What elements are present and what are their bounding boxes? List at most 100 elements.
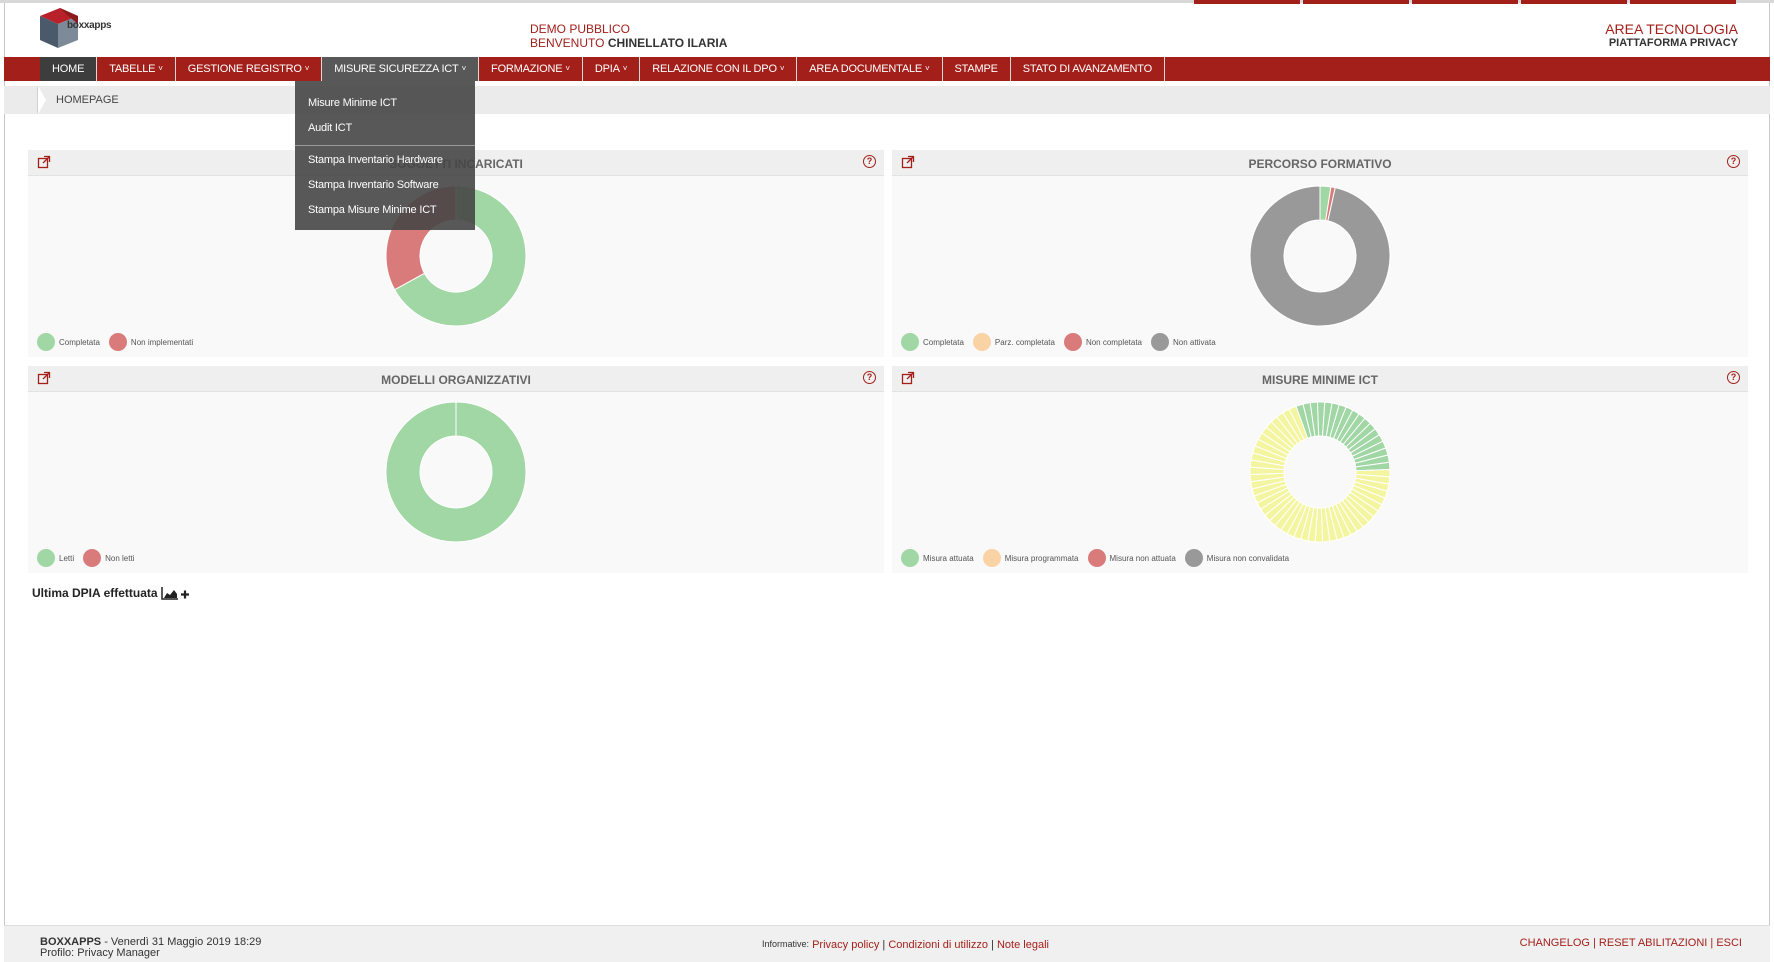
nav-item-label: FORMAZIONE (491, 63, 563, 75)
legend-swatch (1150, 333, 1169, 351)
conditions-link[interactable]: Condizioni di utilizzo (888, 939, 988, 951)
footer-informative: Informative: Privacy policy | Condizioni… (762, 939, 1049, 951)
chart-slice-non-attivata[interactable] (1249, 185, 1391, 327)
footer-separator: | (1593, 937, 1596, 949)
footer-session-info: BOXXAPPS - Venerdì 31 Maggio 2019 18:29 … (40, 937, 261, 959)
welcome-line: BENVENUTO CHINELLATO ILARIA (530, 36, 727, 50)
donut-chart (892, 392, 1748, 552)
menu-item-stampa-inventario-software[interactable]: Stampa Inventario Software (295, 177, 475, 202)
legend-item[interactable]: Letti (37, 549, 74, 567)
nav-item-relazione-con-il-dpo[interactable]: RELAZIONE CON IL DPO ˅ (640, 57, 798, 81)
legend-label: Non completata (1085, 337, 1142, 347)
nav-item-home[interactable]: HOME (40, 57, 98, 81)
widget-title: MISURE MINIME ICT (1262, 373, 1378, 387)
legend-item[interactable]: Non completata (1063, 333, 1142, 351)
nav-item-area-documentale[interactable]: AREA DOCUMENTALE ˅ (797, 57, 943, 81)
chevron-down-icon: ˅ (304, 64, 310, 73)
legend-item[interactable]: Completata (37, 333, 100, 351)
legend-swatch (108, 333, 127, 351)
footer: BOXXAPPS - Venerdì 31 Maggio 2019 18:29 … (4, 925, 1770, 962)
legend-label: Misura programmata (1004, 553, 1079, 563)
chart-legend: Misura attuata Misura programmata Misura n… (901, 549, 1298, 567)
nav-item-label: STATO DI AVANZAMENTO (1022, 63, 1152, 75)
legend-swatch (901, 549, 919, 567)
legend-swatch (83, 549, 102, 567)
legend-item[interactable]: Parz. completata (972, 333, 1055, 351)
legend-item[interactable]: Misura programmata (982, 549, 1079, 567)
legend-label: Completata (923, 337, 964, 347)
logout-link[interactable]: ESCI (1716, 937, 1742, 949)
legend-label: Letti (59, 553, 75, 563)
menu-item-audit-ict[interactable]: Audit ICT (295, 120, 475, 145)
widget-title: PERCORSO FORMATIVO (1248, 157, 1392, 171)
legend-label: Completata (59, 337, 100, 347)
nav-item-label: RELAZIONE CON IL DPO (652, 63, 777, 75)
logo-text: boxxapps (67, 20, 112, 31)
legend-item[interactable]: Non attivata (1150, 333, 1216, 351)
legend-item[interactable]: Misura non attuata (1087, 549, 1176, 567)
widget-header: PERCORSO FORMATIVO ? (892, 150, 1748, 176)
nav-item-stato-di-avanzamento[interactable]: STATO DI AVANZAMENTO (1011, 57, 1165, 81)
legend-label: Non implementati (130, 337, 194, 347)
nav-item-label: TABELLE (109, 63, 156, 75)
nav-item-dpia[interactable]: DPIA ˅ (583, 57, 641, 81)
widget-title: MODELLI ORGANIZZATIVI (381, 373, 531, 387)
footer-profile: Profilo: Privacy Manager (40, 947, 160, 959)
reset-permissions-link[interactable]: RESET ABILITAZIONI (1599, 937, 1707, 949)
legal-notes-link[interactable]: Note legali (997, 939, 1049, 951)
chart-slice-letti[interactable] (385, 401, 527, 543)
nav-item-formazione[interactable]: FORMAZIONE ˅ (479, 57, 583, 81)
widget-header: MISURE MINIME ICT ? (892, 366, 1748, 392)
chevron-down-icon: ˅ (565, 64, 570, 73)
chart-legend: Letti Non letti (37, 549, 143, 567)
nav-item-label: MISURE SICUREZZA ICT (334, 63, 459, 75)
menu-divider (295, 145, 475, 146)
org-name: DEMO PUBBLICO (530, 22, 631, 36)
legend-label: Misura attuata (923, 553, 974, 563)
header-org-info: DEMO PUBBLICO BENVENUTO CHINELLATO ILARI… (530, 22, 727, 50)
help-icon[interactable]: ? (863, 371, 876, 384)
footer-separator: | (1710, 937, 1714, 949)
welcome-prefix: BENVENUTO (530, 36, 605, 50)
top-accent-bars (1194, 0, 1736, 4)
legend-label: Misura non attuata (1109, 553, 1176, 563)
nav-item-misure-sicurezza-ict[interactable]: MISURE SICUREZZA ICT ˅ (322, 57, 480, 81)
legend-label: Non letti (105, 553, 135, 563)
chevron-down-icon: ˅ (925, 64, 930, 73)
nav-item-tabelle[interactable]: TABELLE ˅ (97, 57, 176, 81)
chart-legend: Completata Parz. completata Non completata… (901, 333, 1225, 351)
menu-item-stampa-inventario-hardware[interactable]: Stampa Inventario Hardware (295, 152, 475, 177)
legend-item[interactable]: Completata (901, 333, 964, 351)
help-icon[interactable]: ? (1727, 371, 1740, 384)
area-chart-add-icon[interactable] (160, 586, 191, 600)
legend-swatch (1063, 333, 1082, 351)
legend-swatch (982, 549, 1001, 567)
privacy-policy-link[interactable]: Privacy policy (812, 939, 879, 951)
help-icon[interactable]: ? (1727, 155, 1740, 168)
legend-item[interactable]: Non letti (83, 549, 134, 567)
legend-item[interactable]: Non implementati (108, 333, 194, 351)
breadcrumb: HOMEPAGE (4, 86, 1770, 114)
footer-separator: | (991, 939, 994, 951)
chevron-down-icon: ˅ (158, 64, 163, 73)
widget-modelli-organizzativi: MODELLI ORGANIZZATIVI ? Letti Non letti (28, 366, 884, 573)
breadcrumb-current[interactable]: HOMEPAGE (56, 94, 119, 106)
platform-name: PIATTAFORMA PRIVACY (1608, 37, 1738, 49)
widget-header: MODELLI ORGANIZZATIVI ? (28, 366, 884, 392)
nav-item-stampe[interactable]: STAMPE (943, 57, 1011, 81)
menu-item-stampa-misure-minime-ict[interactable]: Stampa Misure Minime ICT (295, 202, 475, 227)
area-name: AREA TECNOLOGIA (1605, 21, 1738, 37)
chevron-down-icon: ˅ (622, 64, 628, 73)
boxxapps-logo[interactable] (38, 6, 128, 56)
help-icon[interactable]: ? (863, 155, 876, 168)
legend-label: Parz. completata (994, 337, 1055, 347)
menu-item-misure-minime-ict[interactable]: Misure Minime ICT (295, 95, 475, 120)
user-name: CHINELLATO ILARIA (607, 36, 728, 50)
widget-percorso-formativo: PERCORSO FORMATIVO ? Completata Parz. com… (892, 150, 1748, 357)
legend-item[interactable]: Misura attuata (901, 549, 974, 567)
chevron-down-icon: ˅ (461, 64, 467, 73)
nav-item-gestione-registro[interactable]: GESTIONE REGISTRO ˅ (176, 57, 323, 81)
legend-item[interactable]: Misura non convalidata (1184, 549, 1289, 567)
changelog-link[interactable]: CHANGELOG (1520, 937, 1590, 949)
nav-item-label: AREA DOCUMENTALE (809, 63, 923, 75)
